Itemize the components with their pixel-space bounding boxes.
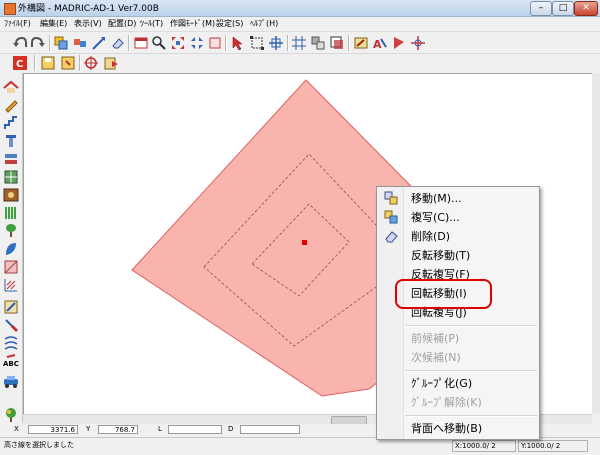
c-icon[interactable]: C [12,55,28,71]
pointer-icon[interactable] [230,35,246,51]
target-icon[interactable] [83,55,99,71]
menu-place[interactable]: 配置(D) [108,18,136,29]
menu-settings[interactable]: 設定(S) [216,18,243,29]
save-as-icon[interactable] [60,55,76,71]
l-label: L [158,425,162,433]
menu-item-copy[interactable]: 複写(C)... [378,208,538,227]
undo-icon[interactable] [12,35,28,51]
layer-icon[interactable] [310,35,326,51]
menu-item-ungroup: ｸﾞﾙｰﾌﾟ解除(K) [411,396,482,409]
paste-icon[interactable] [103,55,119,71]
secondary-toolbar: C [0,54,600,74]
expand-icon[interactable] [170,35,186,51]
save-icon[interactable] [40,55,56,71]
window-title: 外構図 - MADRIC-AD-1 Ver7.00B [18,4,159,14]
svg-text:ABC: ABC [3,360,19,368]
grid-icon[interactable] [291,35,307,51]
hatch-icon[interactable] [3,277,19,293]
menu-tools[interactable]: ﾂｰﾙ(T) [140,18,163,29]
left-toolbar: ABC [0,73,23,423]
app-icon [4,3,16,15]
status-message: 高さ線を選択しました [4,441,74,449]
scale-x-field: X:1000.0/ 2 [452,440,516,452]
zoom-area-icon[interactable] [72,35,88,51]
close-button[interactable]: ✕ [574,1,598,16]
text-icon[interactable]: A [372,35,388,51]
window-icon[interactable] [133,35,149,51]
menu-view[interactable]: 表示(V) [74,18,102,29]
x-label: X [14,425,19,433]
menu-item-send-to-back[interactable]: 背面へ移動(B) [378,419,538,438]
roof-icon[interactable] [3,79,19,95]
column-icon[interactable] [3,133,19,149]
x-coordinate-field[interactable]: 3371.6 [28,425,78,434]
copy-icon[interactable] [53,35,69,51]
context-menu: 移動(M)... 複写(C)... 削除(D) 反転移動(T) 反転複写(F) … [376,186,540,440]
slope-icon[interactable] [3,259,19,275]
leaf-icon[interactable] [3,241,19,257]
stairs-icon[interactable] [3,115,19,131]
tree-icon[interactable] [3,407,19,423]
edit-icon[interactable] [3,299,19,315]
move-icon [384,191,398,205]
car-icon[interactable] [3,373,19,389]
select-area-icon[interactable] [249,35,265,51]
shrink-icon[interactable] [189,35,205,51]
crosshair-icon[interactable] [410,35,426,51]
frame-icon[interactable] [329,35,345,51]
line-icon[interactable] [91,35,107,51]
highlight-annotation [395,279,492,309]
vertical-scrollbar[interactable] [592,73,600,414]
menu-item-next-candidate: 次候補(N) [411,351,461,364]
magnify-icon[interactable] [151,35,167,51]
picture-icon[interactable] [3,187,19,203]
paint-icon[interactable] [3,317,19,333]
menu-edit[interactable]: 編集(E) [40,18,67,29]
svg-text:C: C [16,59,23,70]
main-toolbar: A [0,32,600,54]
menu-item-move[interactable]: 移動(M)... [378,189,538,208]
minimize-button[interactable]: – [530,1,552,16]
y-label: Y [86,425,91,433]
menu-bar: ﾌｧｲﾙ(F) 編集(E) 表示(V) 配置(D) ﾂｰﾙ(T) 作図ﾓｰﾄﾞ(… [0,17,600,32]
scale-y-field: Y:1000.0/ 2 [518,440,588,452]
fence-icon[interactable] [3,205,19,221]
menu-item-group[interactable]: ｸﾞﾙｰﾌﾟ化(G) [378,374,538,393]
menu-item-flip-move[interactable]: 反転移動(T) [378,246,538,265]
length-field[interactable] [168,425,222,434]
redo-icon[interactable] [30,35,46,51]
d-label: D [228,425,234,433]
delete-icon [385,231,398,243]
menu-help[interactable]: ﾍﾙﾌﾟ(H) [250,18,278,29]
menu-item-previous-candidate: 前候補(P) [411,332,460,345]
menu-draw-mode[interactable]: 作図ﾓｰﾄﾞ(M) [170,18,215,29]
title-bar: 外構図 - MADRIC-AD-1 Ver7.00B – □ ✕ [0,0,600,17]
center-marker [302,240,307,245]
eraser-icon[interactable] [110,35,126,51]
pen-icon[interactable] [353,35,369,51]
block-icon[interactable] [3,169,19,185]
menu-item-delete[interactable]: 削除(D) [378,227,538,246]
y-coordinate-field[interactable]: 768.7 [98,425,138,434]
pen-tool-icon[interactable] [3,97,19,113]
plant-icon[interactable] [3,223,19,239]
text-abc-icon[interactable]: ABC [3,353,19,369]
pattern-icon[interactable] [3,335,19,351]
dimension-icon[interactable] [391,35,407,51]
direction-field[interactable] [240,425,300,434]
measure-icon[interactable] [268,35,284,51]
copy-icon [384,210,398,224]
maximize-button[interactable]: □ [552,1,574,16]
square-icon[interactable] [207,35,223,51]
layers-icon[interactable] [3,151,19,167]
menu-file[interactable]: ﾌｧｲﾙ(F) [4,18,31,29]
